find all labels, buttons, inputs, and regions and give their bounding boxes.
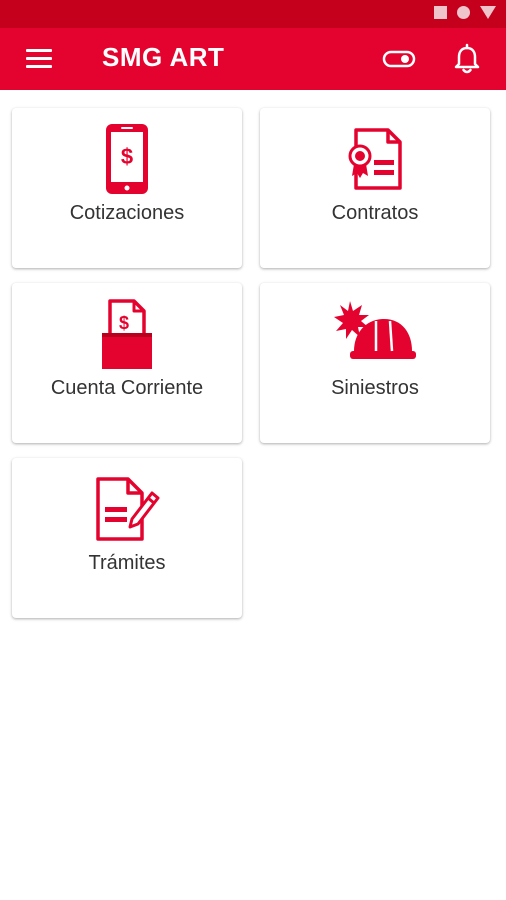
- dollar-folder-icon: $: [82, 295, 172, 373]
- tile-label: Trámites: [88, 552, 166, 574]
- tile-label: Cotizaciones: [69, 202, 185, 224]
- tile-label: Cuenta Corriente: [50, 377, 204, 399]
- bell-icon[interactable]: [452, 43, 482, 75]
- tile-label: Contratos: [331, 202, 419, 224]
- document-pencil-icon: [82, 470, 172, 548]
- circle-icon: [457, 6, 470, 19]
- tile-label: Siniestros: [331, 377, 419, 399]
- hard-hat-icon: [330, 295, 420, 373]
- square-icon: [434, 6, 447, 19]
- certificate-document-icon: [330, 120, 420, 198]
- status-icons: [434, 6, 496, 19]
- phone-dollar-icon: $: [82, 120, 172, 198]
- tile-cotizaciones[interactable]: $ Cotizaciones: [12, 108, 242, 268]
- toggle-icon[interactable]: [382, 48, 416, 70]
- svg-text:$: $: [119, 313, 129, 333]
- status-bar: [0, 0, 506, 28]
- triangle-icon: [480, 6, 496, 19]
- app-bar: SMG ART: [0, 28, 506, 90]
- hamburger-menu-icon[interactable]: [24, 46, 54, 72]
- tile-contratos[interactable]: Contratos: [260, 108, 490, 268]
- svg-text:$: $: [121, 144, 133, 169]
- tile-siniestros[interactable]: Siniestros: [260, 283, 490, 443]
- app-title: SMG ART: [102, 42, 225, 72]
- tile-tramites[interactable]: Trámites: [12, 458, 242, 618]
- tile-cuenta-corriente[interactable]: $ Cuenta Corriente: [12, 283, 242, 443]
